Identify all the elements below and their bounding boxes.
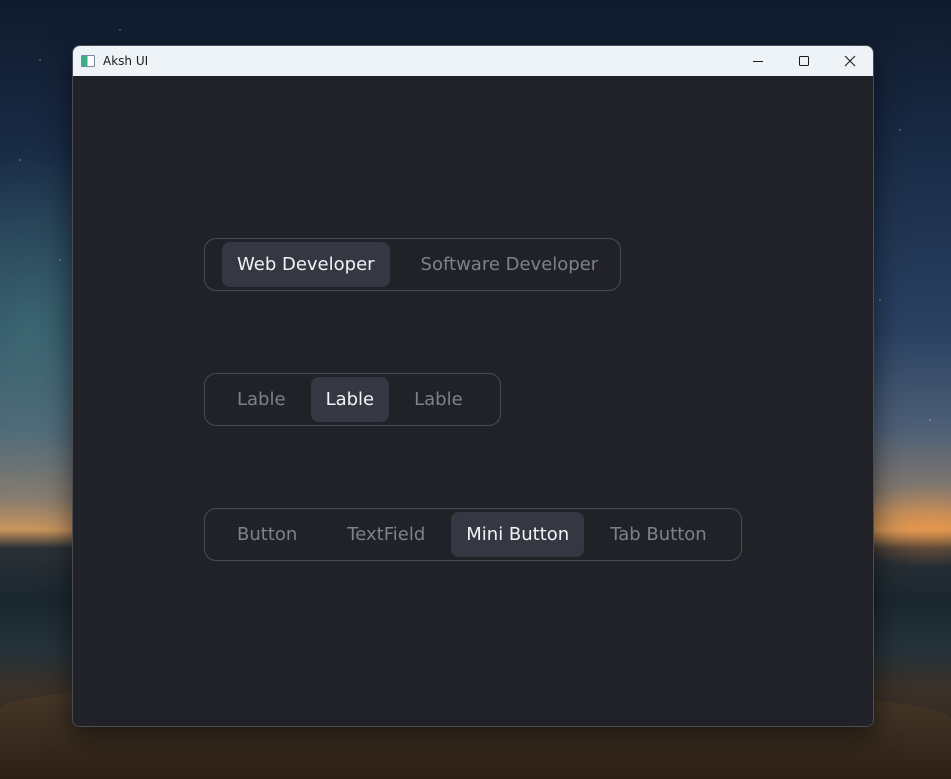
window-title: Aksh UI (103, 54, 149, 68)
minimize-button[interactable] (735, 46, 781, 76)
segment-textfield[interactable]: TextField (332, 512, 440, 557)
segment-label-1[interactable]: Lable (222, 377, 301, 422)
segmented-control-components: Button TextField Mini Button Tab Button (204, 508, 742, 561)
segment-tab-button[interactable]: Tab Button (595, 512, 722, 557)
segment-button[interactable]: Button (222, 512, 312, 557)
segment-label-3[interactable]: Lable (399, 377, 478, 422)
maximize-button[interactable] (781, 46, 827, 76)
segmented-control-labels: Lable Lable Lable (204, 373, 501, 426)
app-icon (81, 55, 95, 67)
caption-buttons (735, 46, 873, 76)
segment-web-developer[interactable]: Web Developer (222, 242, 390, 287)
segmented-control-developer: Web Developer Software Developer (204, 238, 621, 291)
title-bar[interactable]: Aksh UI (73, 46, 873, 76)
close-button[interactable] (827, 46, 873, 76)
segment-mini-button[interactable]: Mini Button (451, 512, 585, 557)
segment-software-developer[interactable]: Software Developer (392, 242, 628, 287)
segment-label-2[interactable]: Lable (310, 377, 390, 422)
minimize-icon (753, 61, 763, 62)
app-window: Aksh UI Web Developer Software Developer… (72, 45, 874, 727)
window-content: Web Developer Software Developer Lable L… (73, 76, 873, 726)
close-icon (844, 55, 856, 67)
maximize-icon (799, 56, 809, 66)
